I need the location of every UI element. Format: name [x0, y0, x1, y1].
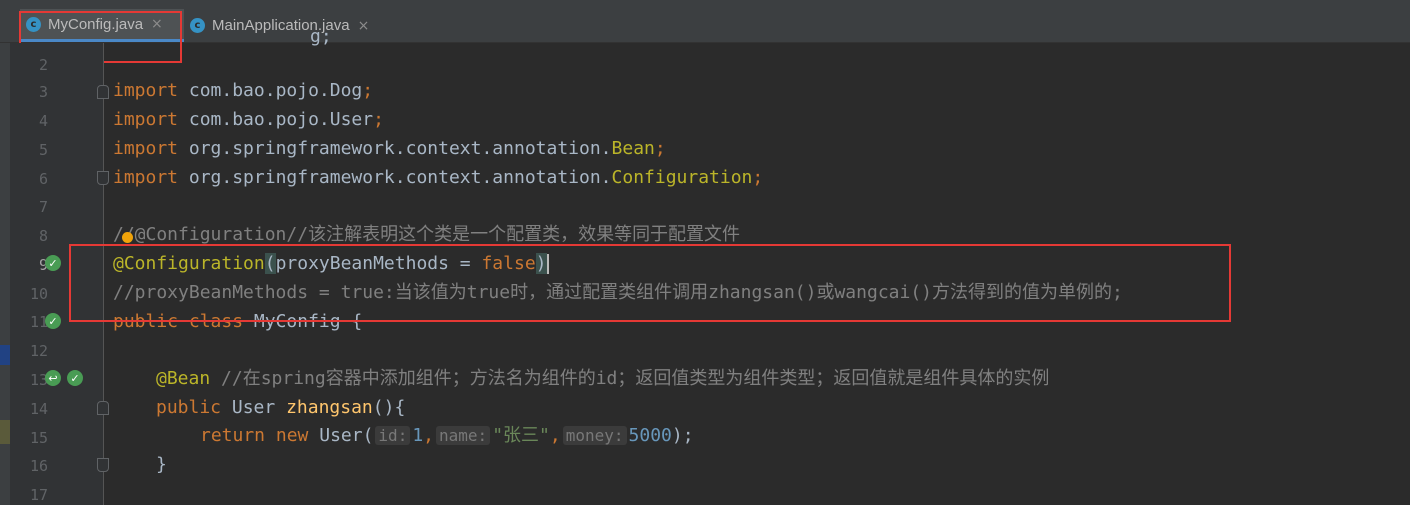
strip-marker — [0, 345, 10, 365]
line-number: 10 — [29, 285, 48, 303]
line-number: 3 — [38, 83, 48, 101]
line-number: 5 — [38, 141, 48, 159]
code-line-4: import com.bao.pojo.User; — [113, 109, 384, 130]
line-number: 15 — [29, 429, 48, 447]
fold-marker[interactable] — [97, 171, 109, 185]
code-line-3: import com.bao.pojo.Dog; — [113, 80, 374, 101]
line-number: 17 — [29, 486, 48, 504]
spring-class-icon: c — [190, 18, 205, 33]
code-line-6: import org.springframework.context.annot… — [113, 167, 764, 188]
code-line-14: public User zhangsan(){ — [156, 397, 406, 418]
line-number: 16 — [29, 457, 48, 475]
line-number: 2 — [38, 56, 48, 74]
fold-marker[interactable] — [97, 458, 109, 472]
tab-mainapplication[interactable]: c MainApplication.java × — [186, 9, 369, 42]
spring-bean-icon[interactable]: ✓ — [45, 313, 61, 329]
code-line-1: g; — [310, 26, 332, 47]
line-number: 8 — [38, 227, 48, 245]
code-line-13: @Bean //在spring容器中添加组件；方法名为组件的id；返回值类型为组… — [156, 368, 1050, 389]
intention-bulb-icon[interactable] — [122, 232, 133, 243]
param-hint: name: — [436, 426, 491, 445]
code-highlight-box — [69, 244, 1231, 322]
editor-tab-bar: c MyConfig.java × c MainApplication.java… — [0, 0, 1410, 43]
code-line-16: } — [156, 454, 167, 475]
spring-config-icon[interactable]: ✓ — [45, 255, 61, 271]
line-number: 12 — [29, 342, 48, 360]
navigate-bean-icon[interactable]: ↩ — [45, 370, 61, 386]
param-hint: money: — [562, 426, 627, 445]
line-number: 4 — [38, 112, 48, 130]
line-number: 14 — [29, 400, 48, 418]
line-number: 6 — [38, 170, 48, 188]
close-icon[interactable]: × — [358, 18, 370, 34]
line-number: 7 — [38, 198, 48, 216]
code-line-15: return new User(id: 1, name: "张三", money: 500… — [200, 425, 694, 446]
fold-marker[interactable] — [97, 85, 109, 99]
param-hint: id: — [375, 426, 411, 445]
strip-marker — [0, 420, 10, 444]
code-line-8: //@Configuration//该注解表明这个类是一个配置类，效果等同于配置… — [113, 224, 741, 245]
code-line-5: import org.springframework.context.annot… — [113, 138, 666, 159]
fold-marker[interactable] — [97, 401, 109, 415]
spring-bean-icon[interactable]: ✓ — [67, 370, 83, 386]
